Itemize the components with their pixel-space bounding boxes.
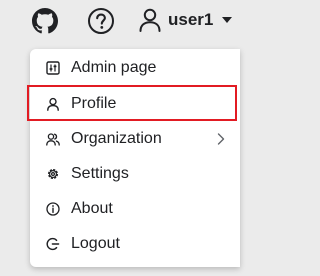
menu-item-label: Logout xyxy=(71,235,120,252)
menu-item-label: Profile xyxy=(71,95,117,112)
menu-item-settings[interactable]: Settings xyxy=(30,157,240,191)
admin-panel-icon xyxy=(46,61,60,75)
menu-item-label: Settings xyxy=(71,165,129,182)
user-icon xyxy=(46,97,60,111)
github-button[interactable] xyxy=(30,6,60,36)
menu-item-organization[interactable]: Organization xyxy=(30,122,240,156)
logout-icon xyxy=(46,237,60,251)
chevron-right-icon xyxy=(216,133,226,145)
menu-item-logout[interactable]: Logout xyxy=(30,227,240,261)
gear-icon xyxy=(46,167,60,181)
top-bar: user1 xyxy=(0,0,240,40)
menu-item-label: About xyxy=(71,200,113,217)
menu-item-admin-page[interactable]: Admin page xyxy=(30,51,240,85)
caret-down-icon xyxy=(222,17,233,23)
user-icon xyxy=(139,8,161,32)
username-label: user1 xyxy=(168,10,214,29)
users-icon xyxy=(46,132,60,146)
help-button[interactable] xyxy=(86,6,116,36)
menu-item-label: Organization xyxy=(71,130,162,147)
github-icon xyxy=(32,8,58,34)
user-menu-button[interactable]: user1 xyxy=(138,4,233,36)
help-circle-icon xyxy=(88,8,114,34)
info-icon xyxy=(46,202,60,216)
menu-item-label: Admin page xyxy=(71,59,157,76)
menu-item-about[interactable]: About xyxy=(30,192,240,226)
menu-item-profile[interactable]: Profile xyxy=(30,87,240,121)
user-dropdown-menu: Admin page Profile Organization Settings… xyxy=(30,49,240,267)
